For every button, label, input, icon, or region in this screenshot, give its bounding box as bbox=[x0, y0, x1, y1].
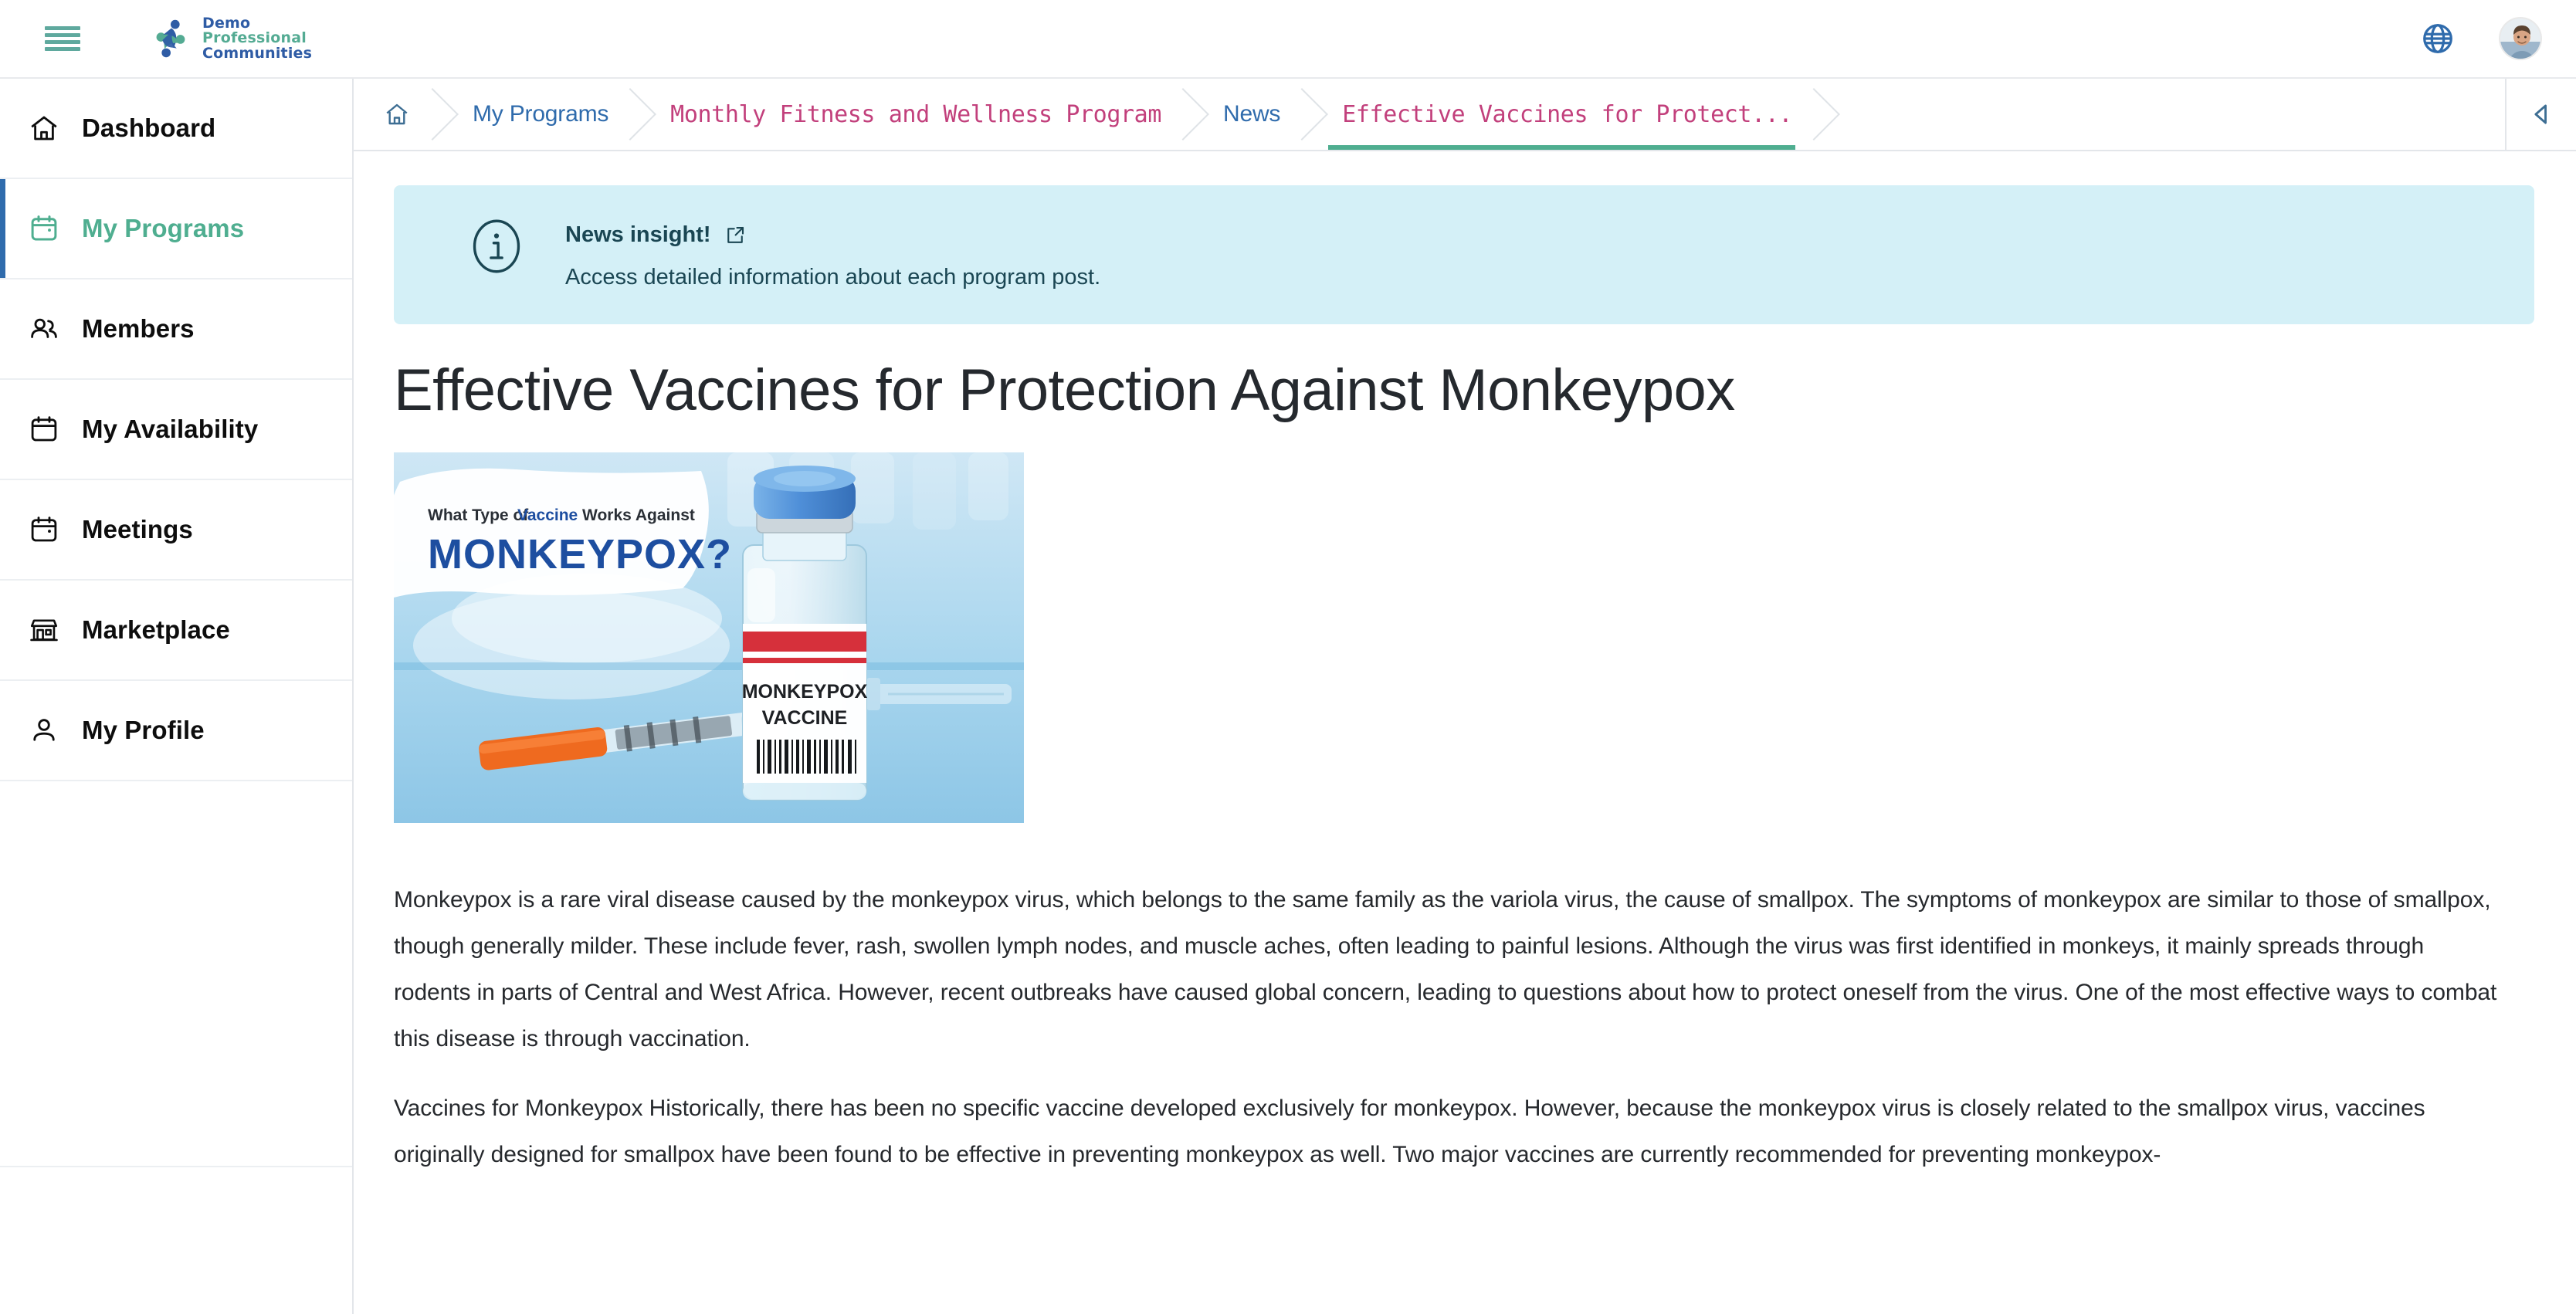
sidebar-item-label: Marketplace bbox=[82, 615, 230, 644]
sidebar-item-meetings[interactable]: Meetings bbox=[0, 480, 352, 581]
avatar-photo bbox=[2500, 19, 2540, 59]
globe-icon[interactable] bbox=[2420, 21, 2456, 56]
svg-text:Works Against: Works Against bbox=[582, 506, 695, 524]
breadcrumb-label: My Programs bbox=[473, 101, 609, 127]
article-paragraph: Monkeypox is a rare viral disease caused… bbox=[394, 886, 2497, 1052]
page-title: Effective Vaccines for Protection Agains… bbox=[394, 357, 1735, 423]
breadcrumb-home[interactable] bbox=[354, 79, 437, 150]
breadcrumb-collapse-button[interactable] bbox=[2505, 79, 2576, 150]
calendar-icon bbox=[26, 211, 62, 246]
brand-logo[interactable]: Demo Professional Communities bbox=[147, 15, 312, 63]
sidebar-item-my-profile[interactable]: My Profile bbox=[0, 681, 352, 781]
banner-title-row: News insight! bbox=[565, 222, 1100, 248]
sidebar: Dashboard My Programs Members My Availab… bbox=[0, 79, 354, 1314]
breadcrumb-spacer bbox=[1818, 79, 2505, 150]
sidebar-item-label: Meetings bbox=[82, 515, 193, 544]
person-icon bbox=[26, 713, 62, 748]
banner-title: News insight! bbox=[565, 222, 711, 247]
external-link-icon[interactable] bbox=[724, 224, 747, 247]
info-circle-icon bbox=[468, 218, 525, 279]
logo-mark-icon bbox=[156, 19, 185, 58]
hamburger-menu-icon[interactable] bbox=[45, 23, 80, 54]
breadcrumb-item-my-programs[interactable]: My Programs bbox=[437, 79, 636, 150]
sidebar-item-label: My Programs bbox=[82, 214, 245, 242]
sidebar-item-label: My Availability bbox=[82, 415, 259, 443]
main-content: News insight! Access detailed informatio… bbox=[354, 151, 2576, 1314]
triangle-left-icon bbox=[2534, 104, 2547, 124]
svg-text:What Type of: What Type of bbox=[428, 506, 529, 524]
monkeypox-vaccine-hero-image[interactable]: What Type of Vaccine Works Against MONKE… bbox=[394, 452, 1024, 823]
sidebar-item-dashboard[interactable]: Dashboard bbox=[0, 79, 352, 179]
article-body: Monkeypox is a rare viral disease caused… bbox=[394, 877, 2536, 1178]
sidebar-item-label: My Profile bbox=[82, 716, 205, 744]
breadcrumb-item-program[interactable]: Monthly Fitness and Wellness Program bbox=[635, 79, 1188, 150]
avatar[interactable] bbox=[2499, 17, 2542, 60]
sidebar-item-label: Dashboard bbox=[82, 113, 216, 142]
sidebar-item-members[interactable]: Members bbox=[0, 279, 352, 380]
banner-body: News insight! Access detailed informatio… bbox=[565, 218, 1100, 290]
sidebar-item-marketplace[interactable]: Marketplace bbox=[0, 581, 352, 681]
storefront-icon bbox=[26, 612, 62, 648]
banner-subtitle: Access detailed information about each p… bbox=[565, 265, 1101, 290]
svg-text:MONKEYPOX: MONKEYPOX bbox=[742, 681, 868, 703]
svg-text:VACCINE: VACCINE bbox=[762, 707, 848, 729]
calendar-icon bbox=[26, 512, 62, 547]
home-icon bbox=[26, 110, 62, 146]
app-header: Demo Professional Communities bbox=[0, 0, 2576, 79]
brand-line-2: Professional bbox=[202, 29, 307, 47]
calendar-icon bbox=[26, 411, 62, 447]
svg-text:MONKEYPOX?: MONKEYPOX? bbox=[428, 531, 732, 577]
sidebar-item-label: Members bbox=[82, 314, 195, 343]
article-paragraph: Vaccines for Monkeypox Historically, the… bbox=[394, 1095, 2425, 1167]
hero-image-graphic: What Type of Vaccine Works Against MONKE… bbox=[394, 452, 1024, 823]
brand-line-3: Communities bbox=[202, 44, 313, 62]
header-actions bbox=[2420, 17, 2542, 60]
breadcrumb: My Programs Monthly Fitness and Wellness… bbox=[354, 79, 2576, 151]
svg-text:Vaccine: Vaccine bbox=[517, 506, 578, 524]
news-insight-banner: News insight! Access detailed informatio… bbox=[394, 185, 2534, 324]
sidebar-empty-section bbox=[0, 781, 352, 1167]
breadcrumb-label: Monthly Fitness and Wellness Program bbox=[670, 100, 1161, 128]
sidebar-item-my-availability[interactable]: My Availability bbox=[0, 380, 352, 480]
sidebar-item-my-programs[interactable]: My Programs bbox=[0, 179, 352, 279]
users-icon bbox=[26, 311, 62, 347]
breadcrumb-label: Effective Vaccines for Protect... bbox=[1342, 100, 1793, 128]
breadcrumb-label: News bbox=[1223, 101, 1281, 127]
breadcrumb-item-current-article[interactable]: Effective Vaccines for Protect... bbox=[1307, 79, 1819, 150]
home-icon bbox=[386, 103, 408, 125]
